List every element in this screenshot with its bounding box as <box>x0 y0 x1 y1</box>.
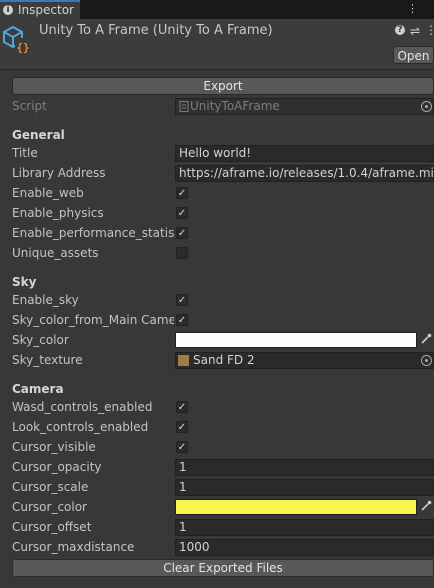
title-input[interactable]: Hello world! <box>175 145 434 162</box>
section-general: General <box>12 128 65 142</box>
enable-physics-checkbox[interactable]: ✓ <box>176 207 188 219</box>
enable-performance-statistics-checkbox[interactable]: ✓ <box>176 227 188 239</box>
sky-texture-value: Sand FD 2 <box>193 353 255 367</box>
sky-texture-label: Sky_texture <box>12 353 83 367</box>
cube-script-icon: {} <box>3 25 31 54</box>
cursor-color-swatch[interactable] <box>175 499 417 515</box>
cursor-maxdistance-label: Cursor_maxdistance <box>12 540 135 554</box>
look-controls-checkbox[interactable]: ✓ <box>176 421 188 433</box>
eyedropper-icon-graphic <box>421 500 432 511</box>
kebab-menu-icon[interactable]: ⋮ <box>407 2 419 15</box>
sky-color-swatch[interactable] <box>175 332 417 348</box>
section-sky: Sky <box>12 275 37 289</box>
component-title: Unity To A Frame (Unity To A Frame) <box>39 23 273 38</box>
enable-web-label: Enable_web <box>12 186 84 200</box>
more-options-icon[interactable]: ⋮ <box>425 23 434 37</box>
export-button[interactable]: Export <box>12 77 434 95</box>
look-controls-label: Look_controls_enabled <box>12 420 149 434</box>
cursor-scale-label: Cursor_scale <box>12 480 89 494</box>
library-address-input[interactable]: https://aframe.io/releases/1.0.4/aframe.… <box>175 165 434 182</box>
script-label: Script <box>12 99 47 113</box>
cursor-opacity-input[interactable]: 1 <box>175 459 434 476</box>
library-address-label: Library Address <box>12 166 106 180</box>
enable-sky-label: Enable_sky <box>12 293 79 307</box>
cursor-offset-input[interactable]: 1 <box>175 519 434 536</box>
enable-sky-checkbox[interactable]: ✓ <box>176 294 188 306</box>
wasd-controls-checkbox[interactable]: ✓ <box>176 401 188 413</box>
cursor-offset-label: Cursor_offset <box>12 520 92 534</box>
help-icon[interactable]: ? <box>395 25 405 35</box>
unique-assets-label: Unique_assets <box>12 246 99 260</box>
cursor-maxdistance-input[interactable]: 1000 <box>175 539 434 556</box>
tab-inspector[interactable]: i Inspector <box>0 0 80 19</box>
object-picker-icon <box>421 101 432 112</box>
cursor-opacity-label: Cursor_opacity <box>12 460 102 474</box>
object-picker-icon[interactable] <box>421 355 432 366</box>
cursor-visible-checkbox[interactable]: ✓ <box>176 441 188 453</box>
tab-label: Inspector <box>18 3 74 17</box>
texture-thumbnail-icon <box>178 355 189 366</box>
script-value: UnityToAFrame <box>190 99 280 113</box>
cursor-scale-input[interactable]: 1 <box>175 479 434 496</box>
enable-physics-label: Enable_physics <box>12 206 104 220</box>
eyedropper-icon[interactable] <box>420 333 432 347</box>
sky-color-from-main-camera-label: Sky_color_from_Main Camera <box>12 313 174 327</box>
wasd-controls-label: Wasd_controls_enabled <box>12 400 153 414</box>
sky-texture-field[interactable]: Sand FD 2 <box>175 352 434 369</box>
open-button[interactable]: Open <box>393 46 434 64</box>
eyedropper-icon-graphic <box>421 333 432 344</box>
clear-exported-files-button[interactable]: Clear Exported Files <box>12 559 434 577</box>
info-icon: i <box>3 5 13 15</box>
enable-web-checkbox[interactable]: ✓ <box>176 187 188 199</box>
enable-performance-statistics-label: Enable_performance_statistics <box>12 226 174 240</box>
cursor-color-label: Cursor_color <box>12 500 87 514</box>
title-label: Title <box>12 146 38 160</box>
eyedropper-icon[interactable] <box>420 500 432 514</box>
sky-color-from-main-camera-checkbox[interactable]: ✓ <box>176 314 188 326</box>
script-file-icon <box>179 101 189 112</box>
svg-text:{}: {} <box>16 41 29 54</box>
unique-assets-checkbox[interactable] <box>176 247 188 259</box>
section-camera: Camera <box>12 382 64 396</box>
presets-icon[interactable]: ⇌ <box>410 24 420 38</box>
sky-color-label: Sky_color <box>12 333 69 347</box>
script-field: UnityToAFrame <box>175 98 434 115</box>
cursor-visible-label: Cursor_visible <box>12 440 96 454</box>
